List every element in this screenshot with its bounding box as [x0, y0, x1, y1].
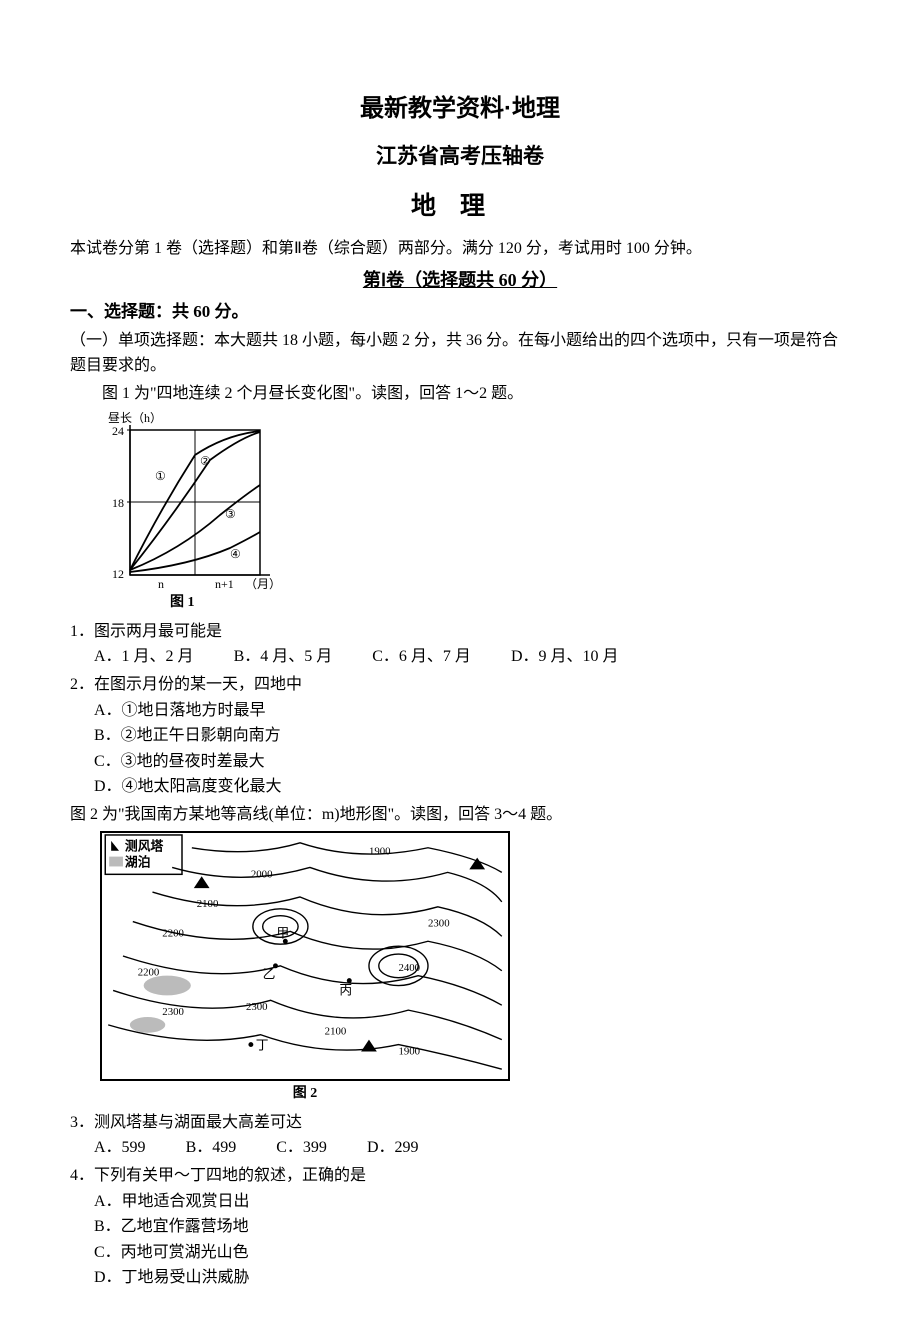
figure2-map: 测风塔 湖泊 1900 2000 2100 2200 2300 240 [100, 831, 510, 1081]
question-1: 1．图示两月最可能是 A．1 月、2 月 B．4 月、5 月 C．6 月、7 月… [70, 619, 850, 670]
figure-1: 昼长（h） 24 18 12 n n+1 （月） ① ② ③ ④ 图 1 [100, 410, 280, 614]
q2-option-a: A．①地日落地方时最早 [94, 698, 457, 724]
figure1-chart: 昼长（h） 24 18 12 n n+1 （月） ① ② ③ ④ [100, 410, 280, 590]
svg-text:1900: 1900 [398, 1046, 420, 1058]
svg-text:n: n [158, 577, 164, 590]
svg-text:丁: 丁 [256, 1039, 269, 1053]
svg-text:2200: 2200 [138, 967, 160, 979]
subsection1-desc: （一）单项选择题：本大题共 18 小题，每小题 2 分，共 36 分。在每小题给… [70, 328, 850, 379]
question-4: 4．下列有关甲～丁四地的叙述，正确的是 A．甲地适合观赏日出 B．乙地宜作露营场… [70, 1163, 850, 1291]
svg-text:2100: 2100 [325, 1026, 347, 1038]
svg-text:①: ① [155, 469, 166, 483]
svg-text:④: ④ [230, 547, 241, 561]
q4-option-c: C．丙地可赏湖光山色 [94, 1240, 457, 1266]
q3-stem: 3．测风塔基与湖面最大高差可达 [70, 1110, 850, 1136]
q1-option-d: D．9 月、10 月 [511, 644, 619, 670]
q1-option-c: C．6 月、7 月 [372, 644, 471, 670]
title-subject: 地理 [70, 186, 850, 226]
q2-stem: 2．在图示月份的某一天，四地中 [70, 672, 850, 698]
q4-option-a: A．甲地适合观赏日出 [94, 1189, 457, 1215]
q2-option-b: B．②地正午日影朝向南方 [94, 723, 457, 749]
q1-option-a: A．1 月、2 月 [94, 644, 194, 670]
svg-text:2300: 2300 [428, 918, 450, 930]
question-group1-intro: 图 1 为"四地连续 2 个月昼长变化图"。读图，回答 1～2 题。 [70, 381, 850, 407]
q3-option-c: C．399 [276, 1135, 327, 1161]
part1-header: 第Ⅰ卷（选择题共 60 分） [70, 266, 850, 295]
title-sub: 江苏省高考压轴卷 [70, 140, 850, 174]
svg-text:乙: 乙 [263, 968, 276, 982]
svg-text:24: 24 [112, 424, 124, 438]
svg-text:2400: 2400 [398, 962, 420, 974]
question-3: 3．测风塔基与湖面最大高差可达 A．599 B．499 C．399 D．299 [70, 1110, 850, 1161]
svg-text:12: 12 [112, 567, 124, 581]
figure1-caption: 图 1 [100, 592, 280, 614]
svg-text:③: ③ [225, 507, 236, 521]
svg-text:2300: 2300 [162, 1007, 184, 1019]
q2-option-d: D．④地太阳高度变化最大 [94, 774, 457, 800]
q1-option-b: B．4 月、5 月 [234, 644, 333, 670]
svg-text:甲: 甲 [276, 927, 289, 941]
q3-option-b: B．499 [186, 1135, 237, 1161]
q4-option-d: D．丁地易受山洪威胁 [94, 1265, 457, 1291]
svg-text:丙: 丙 [339, 984, 352, 998]
svg-text:2100: 2100 [197, 898, 219, 910]
title-main: 最新教学资料·地理 [70, 90, 850, 128]
svg-text:②: ② [200, 454, 211, 468]
svg-text:2200: 2200 [162, 928, 184, 940]
svg-text:2000: 2000 [251, 869, 273, 881]
q3-option-d: D．299 [367, 1135, 419, 1161]
section1-label: 一、选择题：共 60 分。 [70, 298, 850, 325]
q4-stem: 4．下列有关甲～丁四地的叙述，正确的是 [70, 1163, 850, 1189]
svg-text:2300: 2300 [246, 1002, 268, 1014]
question-2: 2．在图示月份的某一天，四地中 A．①地日落地方时最早 B．②地正午日影朝向南方… [70, 672, 850, 800]
q3-option-a: A．599 [94, 1135, 146, 1161]
q1-stem: 1．图示两月最可能是 [70, 619, 850, 645]
exam-intro: 本试卷分第 1 卷（选择题）和第Ⅱ卷（综合题）两部分。满分 120 分，考试用时… [70, 236, 850, 262]
svg-text:18: 18 [112, 496, 124, 510]
q2-option-c: C．③地的昼夜时差最大 [94, 749, 457, 775]
svg-text:昼长（h）: 昼长（h） [108, 411, 162, 425]
svg-text:n+1: n+1 [215, 577, 234, 590]
figure2-caption: 图 2 [100, 1083, 510, 1105]
q4-option-b: B．乙地宜作露营场地 [94, 1214, 457, 1240]
svg-text:（月）: （月） [245, 577, 280, 590]
svg-text:1900: 1900 [369, 846, 391, 858]
figure-2: 测风塔 湖泊 1900 2000 2100 2200 2300 240 [100, 831, 510, 1105]
svg-text:测风塔: 测风塔 [125, 839, 164, 854]
question-group2-intro: 图 2 为"我国南方某地等高线(单位：m)地形图"。读图，回答 3～4 题。 [70, 802, 850, 828]
svg-text:湖泊: 湖泊 [125, 855, 151, 870]
